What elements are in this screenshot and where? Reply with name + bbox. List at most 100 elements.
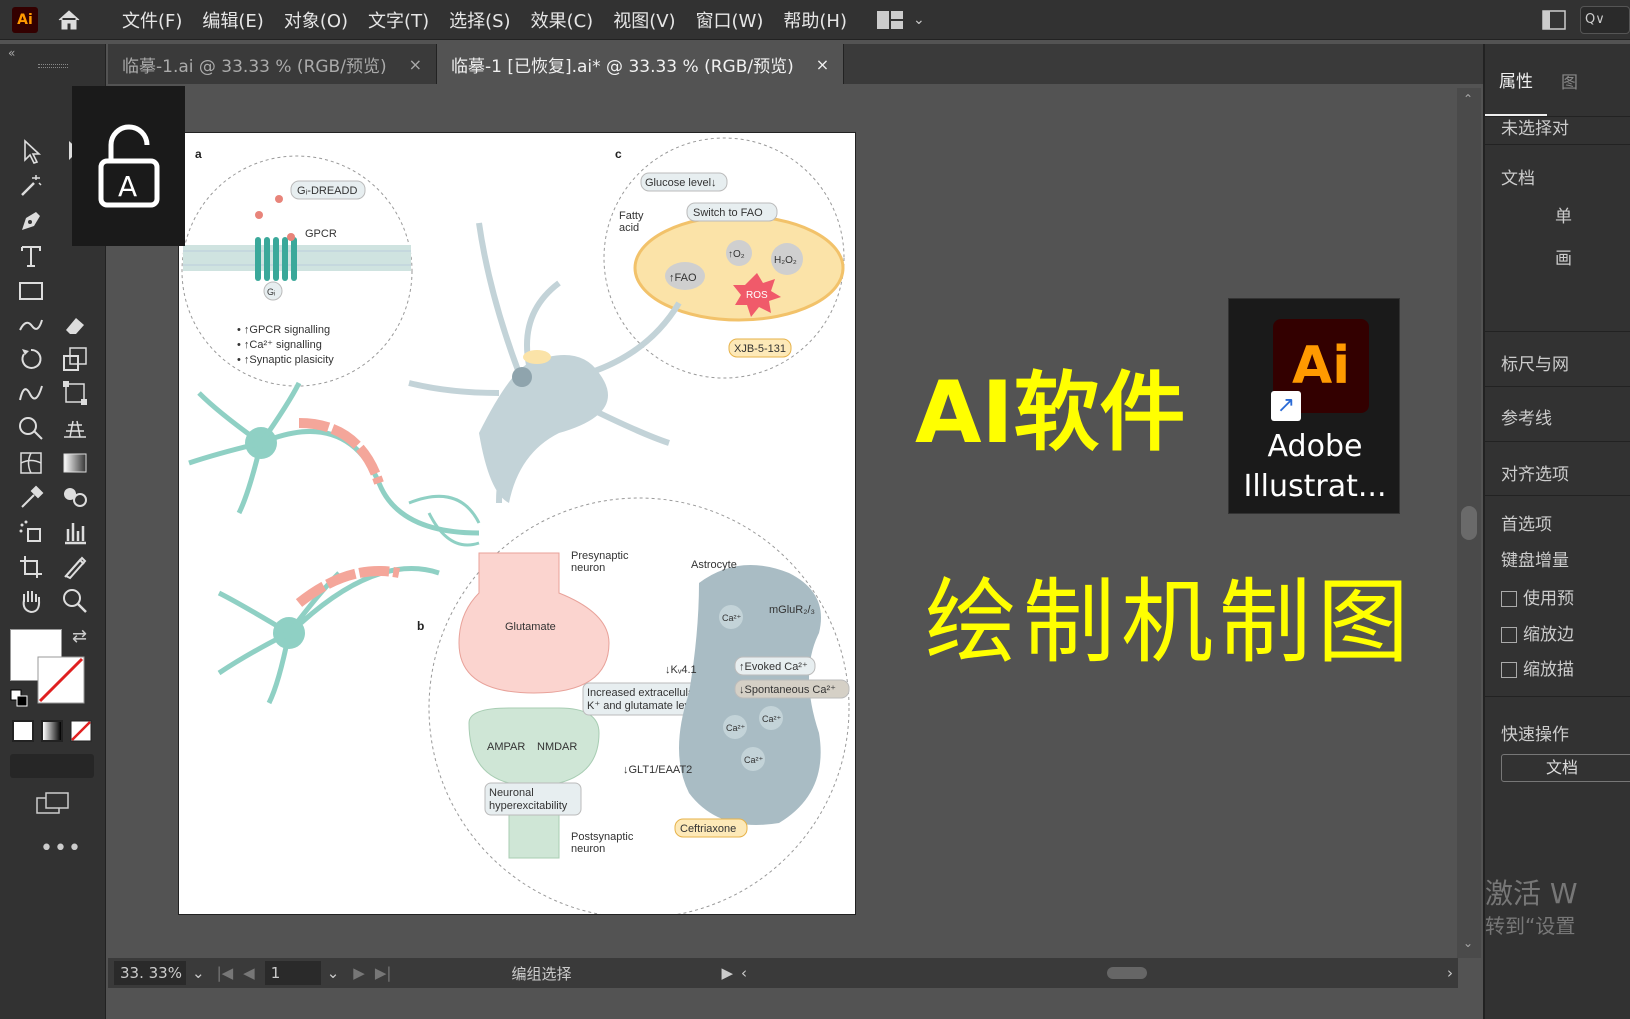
page-field[interactable]: 1 bbox=[264, 961, 321, 985]
column-graph-icon[interactable] bbox=[60, 517, 90, 547]
menu-view[interactable]: 视图(V) bbox=[613, 7, 675, 33]
stroke-swatch[interactable] bbox=[36, 655, 86, 705]
draw-modes[interactable] bbox=[10, 754, 94, 778]
checkbox[interactable] bbox=[1501, 591, 1517, 607]
rulers-grids-label: 标尺与网 bbox=[1501, 355, 1569, 375]
prev-page-icon[interactable]: ◀ bbox=[243, 964, 255, 982]
pen-tool-icon[interactable] bbox=[16, 206, 46, 236]
menu-help[interactable]: 帮助(H) bbox=[783, 7, 847, 33]
checkbox[interactable] bbox=[1501, 662, 1517, 678]
menu-right: Q∨ bbox=[1542, 6, 1630, 34]
fao-label: ↑FAO bbox=[669, 272, 697, 284]
default-colors-icon[interactable] bbox=[10, 689, 28, 707]
spontaneous-label: ↓Spontaneous Ca²⁺ bbox=[739, 684, 836, 696]
zoom-dropdown-icon[interactable]: ⌄ bbox=[192, 964, 205, 982]
blend-tool-icon[interactable] bbox=[60, 482, 90, 512]
guides-label: 参考线 bbox=[1501, 409, 1552, 429]
status-menu-icon[interactable]: ▶ bbox=[721, 964, 733, 982]
mesh-tool-icon[interactable] bbox=[16, 448, 46, 478]
scroll-down-icon[interactable]: ⌄ bbox=[1463, 936, 1473, 950]
menu-edit[interactable]: 编辑(E) bbox=[202, 7, 263, 33]
checkbox-row-3[interactable]: 缩放描 bbox=[1485, 655, 1574, 680]
hand-tool-icon[interactable] bbox=[16, 586, 46, 616]
hscroll-left-icon[interactable]: ‹ bbox=[741, 964, 747, 982]
ros-label: ROS bbox=[746, 290, 768, 301]
tab-layers[interactable]: 图 bbox=[1547, 44, 1592, 116]
scroll-up-icon[interactable]: ⌃ bbox=[1463, 92, 1473, 106]
free-transform-icon[interactable] bbox=[60, 378, 90, 408]
shortcut-arrow-icon: ↗ bbox=[1271, 391, 1301, 421]
tab-properties[interactable]: 属性 bbox=[1485, 44, 1547, 116]
grip-handle[interactable] bbox=[38, 64, 68, 68]
overlay-subtitle: 绘制机制图 bbox=[925, 569, 1416, 676]
collapse-icon[interactable]: « bbox=[8, 46, 15, 60]
scale-tool-icon[interactable] bbox=[60, 344, 90, 374]
zoom-tool-icon[interactable] bbox=[60, 586, 90, 616]
panel-toggle-icon[interactable] bbox=[1542, 10, 1566, 30]
selection-tool-icon[interactable] bbox=[16, 136, 46, 166]
dreadd-label: Gᵢ-DREADD bbox=[297, 185, 357, 197]
color-mode-icon[interactable] bbox=[12, 720, 34, 742]
scroll-thumb[interactable] bbox=[1461, 506, 1477, 540]
tab-document-2[interactable]: 临摹-1 [已恢复].ai* @ 33.33 % (RGB/预览) × bbox=[436, 44, 845, 84]
knife-tool-icon[interactable] bbox=[60, 552, 90, 582]
desktop-shortcut[interactable]: Ai ↗ Adobe Illustrat... bbox=[1228, 298, 1400, 514]
overlay-title: AI软件 bbox=[915, 363, 1186, 463]
first-page-icon[interactable]: |◀ bbox=[217, 964, 234, 982]
gradient-mode-icon[interactable] bbox=[41, 720, 63, 742]
rectangle-tool-icon[interactable] bbox=[16, 276, 46, 306]
tab-document-1[interactable]: 临摹-1.ai @ 33.33 % (RGB/预览) × bbox=[108, 44, 437, 84]
o2-label: ↑O₂ bbox=[728, 249, 745, 260]
panel-b-label: b bbox=[417, 619, 424, 633]
no-selection-text: 未选择对 bbox=[1501, 119, 1569, 139]
magic-wand-icon[interactable] bbox=[16, 171, 46, 201]
signal-line-1: • ↑GPCR signalling bbox=[237, 324, 330, 336]
menu-window[interactable]: 窗口(W) bbox=[696, 7, 764, 33]
menu-select[interactable]: 选择(S) bbox=[449, 7, 510, 33]
tab-label: 临摹-1 [已恢复].ai* @ 33.33 % (RGB/预览) bbox=[450, 56, 794, 77]
zoom-field[interactable]: 33. 33% bbox=[114, 961, 186, 985]
eraser-tool-icon[interactable] bbox=[60, 310, 90, 340]
swap-fill-stroke-icon[interactable]: ⇄ bbox=[72, 626, 87, 647]
next-page-icon[interactable]: ▶ bbox=[353, 964, 365, 982]
hscroll-right-icon[interactable]: › bbox=[1447, 964, 1453, 982]
menu-type[interactable]: 文字(T) bbox=[368, 7, 429, 33]
shape-builder-icon[interactable] bbox=[16, 413, 46, 443]
symbol-sprayer-icon[interactable] bbox=[16, 517, 46, 547]
vertical-scrollbar[interactable]: ⌃ ⌄ bbox=[1457, 88, 1481, 958]
search-input[interactable]: Q∨ bbox=[1580, 6, 1630, 34]
checkbox-row-1[interactable]: 使用预 bbox=[1485, 584, 1574, 609]
close-icon[interactable]: × bbox=[409, 55, 422, 74]
artboard[interactable]: a Gᵢ-DREADD GPCR Gᵢ • ↑GPCR signalling •… bbox=[178, 132, 856, 919]
none-mode-icon[interactable] bbox=[70, 720, 92, 742]
eyedropper-tool-icon[interactable] bbox=[16, 482, 46, 512]
document-settings-button[interactable]: 文档 bbox=[1501, 754, 1630, 782]
menu-effect[interactable]: 效果(C) bbox=[531, 7, 594, 33]
type-tool-icon[interactable] bbox=[16, 241, 46, 271]
warp-tool-icon[interactable] bbox=[16, 378, 46, 408]
hscroll-thumb[interactable] bbox=[1107, 967, 1147, 979]
workspace-switcher[interactable]: ⌄ bbox=[877, 10, 925, 29]
menu-file[interactable]: 文件(F) bbox=[122, 7, 182, 33]
pencil-tool-icon[interactable] bbox=[16, 310, 46, 340]
more-tools-icon[interactable]: ••• bbox=[40, 836, 82, 861]
gradient-tool-icon[interactable] bbox=[60, 448, 90, 478]
last-page-icon[interactable]: ▶| bbox=[375, 964, 392, 982]
astrocyte-label: Astrocyte bbox=[691, 559, 737, 571]
screen-mode-icon[interactable] bbox=[36, 792, 70, 814]
perspective-grid-icon[interactable] bbox=[60, 413, 90, 443]
horizontal-scrollbar[interactable] bbox=[757, 965, 1447, 981]
postsynaptic-label-2: neuron bbox=[571, 843, 605, 855]
close-icon[interactable]: × bbox=[816, 55, 829, 74]
align-options-label: 对齐选项 bbox=[1501, 465, 1569, 485]
checkbox-row-2[interactable]: 缩放边 bbox=[1485, 620, 1574, 645]
menu-object[interactable]: 对象(O) bbox=[284, 7, 348, 33]
checkbox[interactable] bbox=[1501, 627, 1517, 643]
page-dropdown-icon[interactable]: ⌄ bbox=[327, 964, 340, 982]
artboard-tool-icon[interactable] bbox=[16, 552, 46, 582]
home-icon[interactable] bbox=[56, 7, 82, 33]
increased-label-1: Increased extracellular bbox=[587, 687, 698, 699]
fatty-label-2: acid bbox=[619, 222, 639, 234]
rotate-tool-icon[interactable] bbox=[16, 344, 46, 374]
activation-watermark: 激活 W bbox=[1485, 877, 1578, 910]
